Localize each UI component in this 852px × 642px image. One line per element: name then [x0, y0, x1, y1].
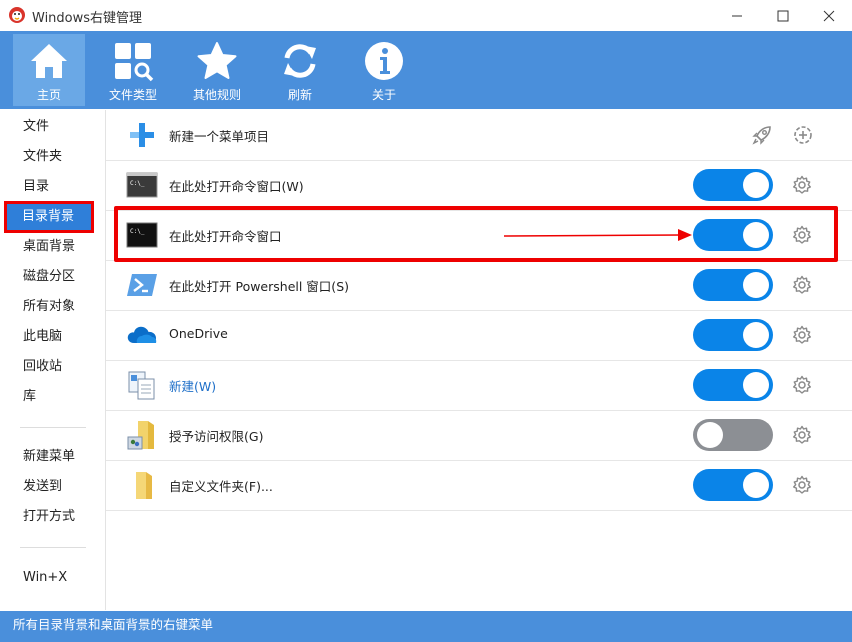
menu-row: 授予访问权限(G) [106, 410, 852, 461]
home-icon [31, 44, 67, 78]
sidebar-item-library[interactable]: 库 [8, 384, 98, 410]
sidebar-item-desktop-background[interactable]: 桌面背景 [8, 234, 98, 260]
sidebar-item-win-x[interactable]: Win+X [8, 565, 98, 591]
title-bar: Windows右键管理 [0, 0, 852, 32]
sidebar-item-directory-background[interactable]: 目录背景 [4, 201, 94, 233]
tab-file-types[interactable]: 文件类型 [97, 34, 169, 106]
minimize-button[interactable] [714, 0, 760, 31]
star-icon [197, 42, 237, 79]
add-plus-icon [130, 123, 154, 147]
sidebar-item-new-menu[interactable]: 新建菜单 [8, 444, 98, 470]
tab-refresh-label: 刷新 [287, 88, 312, 102]
tab-refresh[interactable]: 刷新 [264, 34, 336, 106]
sidebar-item-recycle-bin[interactable]: 回收站 [8, 354, 98, 380]
gear-icon[interactable] [792, 375, 812, 395]
maximize-button[interactable] [760, 0, 806, 31]
arrow-annotation-icon [503, 229, 692, 241]
new-file-icon [128, 371, 155, 400]
enable-toggle[interactable] [693, 169, 773, 201]
folder-icon [136, 472, 152, 499]
tab-home[interactable]: 主页 [13, 34, 85, 106]
gear-icon[interactable] [792, 175, 812, 195]
enable-toggle[interactable] [693, 369, 773, 401]
close-icon [823, 10, 835, 21]
tab-about-label: 关于 [371, 88, 396, 102]
menu-row-label: 在此处打开 Powershell 窗口(S) [169, 279, 349, 294]
svg-text:C:\_: C:\_ [130, 180, 145, 187]
enable-toggle[interactable] [693, 219, 773, 251]
menu-row: C:\_ 在此处打开命令窗口 [106, 210, 852, 261]
menu-item-list: 新建一个菜单项目 C:\_ 在此处打开命令窗口(W) C:\_ 在此处打开命令窗… [106, 110, 852, 610]
tab-home-label: 主页 [36, 88, 61, 102]
sidebar-divider [20, 427, 86, 428]
main-toolbar: 主页 文件类型 其他规则 刷新 关于 [0, 31, 852, 109]
tab-other-rules-label: 其他规则 [192, 88, 241, 102]
rocket-icon[interactable] [751, 124, 773, 146]
enable-toggle[interactable] [693, 319, 773, 351]
minimize-icon [732, 15, 742, 16]
svg-text:C:\_: C:\_ [130, 228, 145, 235]
onedrive-icon [127, 326, 157, 343]
enable-toggle[interactable] [693, 419, 773, 451]
menu-row: 自定义文件夹(F)... [106, 460, 852, 511]
enable-toggle[interactable] [693, 269, 773, 301]
add-gear-icon[interactable] [792, 124, 814, 146]
menu-row-label: OneDrive [169, 326, 228, 341]
tab-other-rules[interactable]: 其他规则 [181, 34, 253, 106]
sidebar-item-this-pc[interactable]: 此电脑 [8, 324, 98, 350]
share-access-icon [127, 421, 154, 450]
sidebar-item-disk-partition[interactable]: 磁盘分区 [8, 264, 98, 290]
new-item-row[interactable]: 新建一个菜单项目 [106, 110, 852, 161]
sidebar-item-open-with[interactable]: 打开方式 [8, 504, 98, 530]
sidebar-item-all-objects[interactable]: 所有对象 [8, 294, 98, 320]
gear-icon[interactable] [792, 425, 812, 445]
tab-about[interactable]: 关于 [348, 34, 420, 106]
menu-row-label: 自定义文件夹(F)... [169, 479, 273, 494]
sidebar-item-file[interactable]: 文件 [8, 114, 98, 140]
gear-icon[interactable] [792, 475, 812, 495]
menu-row-label: 在此处打开命令窗口(W) [169, 179, 304, 194]
app-logo-icon [9, 7, 25, 23]
window-title: Windows右键管理 [32, 11, 143, 26]
menu-row-label: 新建(W) [169, 379, 217, 394]
sidebar-divider [20, 547, 86, 548]
maximize-icon [777, 10, 789, 21]
menu-row: C:\_ 在此处打开命令窗口(W) [106, 160, 852, 211]
menu-row: 新建(W) [106, 360, 852, 411]
sidebar-item-directory[interactable]: 目录 [8, 174, 98, 200]
sidebar-item-send-to[interactable]: 发送到 [8, 474, 98, 500]
refresh-icon [284, 44, 316, 78]
sidebar: 文件 文件夹 目录 目录背景 桌面背景 磁盘分区 所有对象 此电脑 回收站 库 … [0, 110, 106, 610]
file-types-icon [115, 43, 154, 82]
status-bar: 所有目录背景和桌面背景的右键菜单 [0, 611, 852, 642]
menu-row-label: 授予访问权限(G) [169, 429, 264, 444]
sidebar-item-folder[interactable]: 文件夹 [8, 144, 98, 170]
close-button[interactable] [806, 0, 852, 31]
menu-row: OneDrive [106, 310, 852, 361]
menu-row-label: 在此处打开命令窗口 [169, 229, 282, 244]
gear-icon[interactable] [792, 325, 812, 345]
enable-toggle[interactable] [693, 469, 773, 501]
tab-file-types-label: 文件类型 [108, 88, 157, 102]
gear-icon[interactable] [792, 225, 812, 245]
cmd-icon: C:\_ [126, 222, 158, 248]
new-item-label: 新建一个菜单项目 [169, 129, 270, 144]
cmd-icon: C:\_ [126, 172, 158, 198]
gear-icon[interactable] [792, 275, 812, 295]
info-icon [365, 42, 403, 80]
powershell-icon [127, 274, 157, 296]
menu-row: 在此处打开 Powershell 窗口(S) [106, 260, 852, 311]
